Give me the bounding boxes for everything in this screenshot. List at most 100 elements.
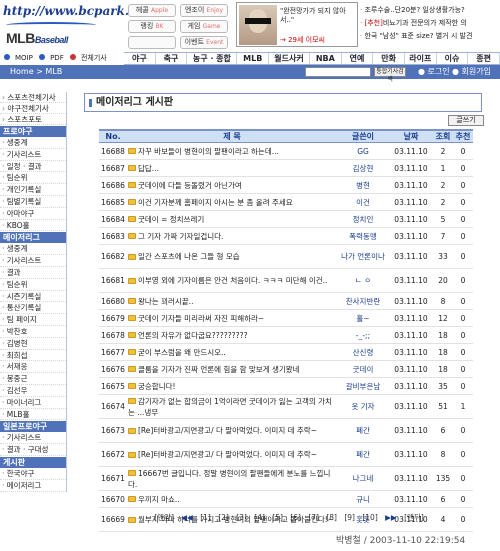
post-title-cell[interactable]: 감기자가 없는 합의금이 1억이라면 굿데이가 잃는 고객의 가치는 ...냉무 — [127, 394, 337, 419]
ad-banner[interactable]: "완전망가가 되지 않아서.." → 29세 이모씨 — [236, 2, 358, 47]
sidebar-section-board[interactable]: 게시판 — [0, 456, 66, 468]
nav-baseball[interactable]: 야구 — [124, 53, 156, 64]
table-row[interactable]: 16671 16667번 글입니다. 정말 병현이의 팔팬들에게 분노를 느낍니다… — [99, 466, 473, 491]
post-title-cell[interactable]: 굿데이 기자들 미리라써 자진 피해하라~ — [127, 309, 337, 327]
post-title-cell[interactable]: 이건 기자분께 홈페이지 아시는 분 좀 올려 주세요 — [127, 193, 337, 211]
post-writer[interactable]: 김상현 — [337, 159, 389, 177]
pager-first[interactable]: [맨앞] — [154, 513, 174, 522]
brand-all-news[interactable]: 전체기사 — [69, 54, 107, 62]
sidebar-item[interactable]: 통산기록실 — [0, 302, 66, 315]
post-writer[interactable]: 병현 — [337, 176, 389, 194]
nav-more[interactable]: 종편 — [468, 53, 500, 64]
nav-entertainment[interactable]: 연예 — [342, 53, 374, 64]
ad-link[interactable]: → 29세 이모씨 — [280, 35, 325, 45]
sidebar-item[interactable]: 김선우 — [0, 385, 66, 397]
post-title-cell[interactable]: 우끼지 마쇼.. — [127, 490, 337, 508]
logo-text[interactable]: MLBBaseball — [6, 30, 68, 46]
post-title-cell[interactable]: 답답... — [127, 159, 337, 177]
sidebar-item[interactable]: 개인기록실 — [0, 184, 66, 196]
post-title[interactable]: 우끼지 마쇼.. — [138, 495, 180, 504]
post-writer[interactable]: 정치인 — [337, 210, 389, 228]
post-writer[interactable]: 옷 기자 — [337, 394, 389, 419]
table-row[interactable]: 16674 감기자가 없는 합의금이 1억이라면 굿데이가 잃는 고객의 가치는 … — [99, 394, 473, 419]
post-title[interactable]: 답답... — [138, 164, 159, 173]
post-title[interactable]: 이부영 외에 기자이름은 안건 처음이다. ㅋㅋㅋ 미단해 이건.. — [138, 276, 327, 285]
table-row[interactable]: 16672 [Re]터바광고/지면광고/ 다 팔아먹었다. 이미지 데 추락~ 폐간… — [99, 442, 473, 467]
post-writer[interactable]: 홀~ — [337, 309, 389, 327]
sidebar-item[interactable]: 시즌기록실 — [0, 291, 66, 303]
post-title[interactable]: [Re]터바광고/지면광고/ 다 팔아먹었다. 이미지 데 추락~ — [138, 450, 317, 459]
quick-link-game[interactable]: 게임 Game — [180, 20, 228, 33]
sidebar-item[interactable]: 기사리스트 — [0, 432, 66, 445]
sidebar-item[interactable]: 결과 · 구대성 — [0, 444, 66, 456]
brand-moip[interactable]: MOIP — [4, 54, 33, 62]
post-title-cell[interactable]: 자꾸 바보들이 병현이의 팔팬이라고 하는데... — [127, 142, 337, 160]
post-title[interactable]: [Re]터바광고/지면광고/ 다 팔아먹었다. 이미지 데 추락~ — [138, 426, 317, 435]
table-row[interactable]: 16687 답답... 김상현 03.11.10 1 0 — [99, 159, 473, 177]
nav-comics[interactable]: 만화 — [373, 53, 405, 64]
sidebar-item[interactable]: 서재응 — [0, 361, 66, 374]
nav-issue[interactable]: 이슈 — [437, 53, 469, 64]
nav-life[interactable]: 라이프 — [405, 53, 437, 64]
quick-link-ranking[interactable]: 랭킹 BK — [128, 20, 176, 33]
post-writer[interactable]: 폭력동맹 — [337, 227, 389, 245]
pager-last[interactable]: [맨뒤] — [404, 513, 424, 522]
post-title[interactable]: 그 기자 가짜 기자일겁니다. — [138, 232, 223, 241]
sidebar-section-mlb[interactable]: 메이저리그 — [0, 232, 66, 244]
post-title[interactable]: 언론의 자유가 없다굽요????????? — [138, 331, 248, 340]
sidebar-item[interactable]: 기사리스트 — [0, 149, 66, 161]
post-title[interactable]: 궁승합니다! — [138, 382, 176, 391]
post-title[interactable]: 굳이 부스럼을 왜 만드시오.. — [138, 348, 226, 357]
post-writer[interactable]: 굿데이 — [337, 360, 389, 378]
sidebar-item[interactable]: 팀별기록실 — [0, 196, 66, 208]
pager-page[interactable]: [3] — [236, 513, 247, 522]
table-row[interactable]: 16683 그 기자 가짜 기자일겁니다. 폭력동맹 03.11.10 7 0 — [99, 227, 473, 245]
sidebar-item[interactable]: 메이저리그 — [0, 480, 66, 492]
post-title-cell[interactable]: 언론의 자유가 없다굽요????????? — [127, 326, 337, 344]
post-title-cell[interactable]: [Re]터바광고/지면광고/ 다 팔아먹었다. 이미지 데 추락~ — [127, 442, 337, 467]
pager-page[interactable]: [6] — [290, 513, 301, 522]
sidebar-item[interactable]: KBO홀 — [0, 220, 66, 232]
sidebar-item[interactable]: 결과 — [0, 267, 66, 279]
pager-page[interactable]: [10] — [362, 513, 377, 522]
pager-page[interactable]: [1] — [200, 513, 211, 522]
pager-page[interactable]: [4] — [254, 513, 265, 522]
post-title[interactable]: 굿데이 기자들 미리라써 자진 피해하라~ — [138, 314, 264, 323]
post-title-cell[interactable]: 왕나는 꾀러시끝.. — [127, 292, 337, 310]
table-row[interactable]: 16688 자꾸 바보들이 병현이의 팔팬이라고 하는데... GG 03.11.10… — [99, 142, 473, 160]
table-row[interactable]: 16681 이부영 외에 기자이름은 안건 처음이다. ㅋㅋㅋ 미단해 이건.. ㄴ… — [99, 268, 473, 293]
post-title[interactable]: 자꾸 바보들이 병현이의 팔팬이라고 하는데... — [138, 147, 279, 156]
post-title-cell[interactable]: 이부영 외에 기자이름은 안건 처음이다. ㅋㅋㅋ 미단해 이건.. — [127, 268, 337, 293]
nav-basketball[interactable]: 농구 · 종합 — [187, 53, 238, 64]
post-writer[interactable]: 산신령 — [337, 343, 389, 361]
table-row[interactable]: 16678 언론의 자유가 없다굽요????????? -_-;; 03.11.10 1… — [99, 326, 473, 344]
post-writer[interactable]: 나가 언론이나 — [337, 244, 389, 269]
pager-page[interactable]: [8] — [326, 513, 337, 522]
sidebar-item[interactable]: 생중계 — [0, 137, 66, 149]
post-writer[interactable]: 찬사지반란 — [337, 292, 389, 310]
post-title[interactable]: 클룸을 기자가 진짜 언론에 힘을 함 맞보게 생기봤네 — [138, 365, 300, 374]
post-writer[interactable]: GG — [337, 142, 389, 160]
sidebar-item[interactable]: 최희섭 — [0, 350, 66, 362]
pager-next-icon[interactable]: ▶▶ — [385, 513, 397, 522]
post-writer[interactable]: -_-;; — [337, 326, 389, 344]
sidebar-item[interactable]: 기사리스트 — [0, 255, 66, 267]
post-writer[interactable]: 규니 — [337, 490, 389, 508]
table-row[interactable]: 16670 우끼지 마쇼.. 규니 03.11.10 6 0 — [99, 490, 473, 508]
sidebar-item[interactable]: 생중계 — [0, 243, 66, 256]
nav-soccer[interactable]: 축구 — [156, 53, 188, 64]
post-title[interactable]: 이건 기자분께 홈페이지 아시는 분 좀 올려 주세요 — [138, 198, 293, 207]
search-input[interactable] — [305, 67, 371, 77]
post-writer[interactable]: 폐간 — [337, 442, 389, 467]
post-title-cell[interactable]: 그 기자 가짜 기자일겁니다. — [127, 227, 337, 245]
quick-link-enjoy[interactable]: 엔조이 Enjoy — [180, 4, 228, 17]
sidebar-item[interactable]: 팀 페이지 — [0, 314, 66, 326]
post-writer[interactable]: ㄴ ㅇ — [337, 268, 389, 293]
pager-prev-icon[interactable]: ◀◀ — [181, 513, 193, 522]
pager-page[interactable]: [9] — [344, 513, 355, 522]
sidebar-item[interactable]: 아마야구 — [0, 208, 66, 220]
join-link[interactable]: ● 회원가입 — [452, 65, 491, 79]
post-title-cell[interactable]: 일간 스포츠에 나온 그들 형 모습 — [127, 244, 337, 269]
sidebar-item[interactable]: 봉중근 — [0, 373, 66, 385]
sidebar-item[interactable]: MLB홀 — [0, 409, 66, 421]
